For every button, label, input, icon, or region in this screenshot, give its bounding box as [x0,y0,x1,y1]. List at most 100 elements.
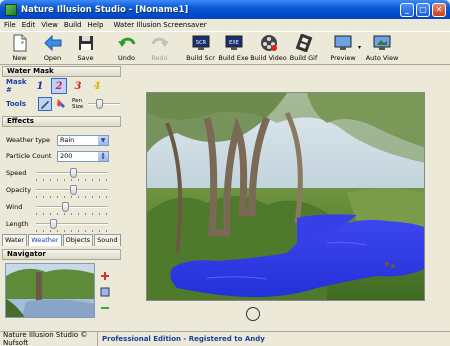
save-button[interactable]: Save [69,34,102,62]
weather-type-label: Weather type [6,136,50,144]
new-file-icon [11,34,29,52]
mask-3-button[interactable]: 3 [70,78,86,94]
canvas-area [123,66,448,328]
mask-4-button[interactable]: 4 [89,78,105,94]
speed-label: Speed [6,168,27,177]
effects-tabs: Water Weather Objects Sound [2,234,121,246]
preview-button[interactable]: Preview [328,34,358,62]
opacity-label: Opacity [6,185,32,194]
fit-view-icon[interactable] [100,287,110,297]
menu-build[interactable]: Build [64,21,82,29]
tools-row: Tools Pen Size [2,95,121,113]
mask-selector-row: Mask # 1 2 3 4 [2,77,121,95]
tab-weather[interactable]: Weather [28,234,62,246]
tab-water[interactable]: Water [2,234,28,246]
left-panel: Water Mask Mask # 1 2 3 4 Tools Pen Size… [2,66,121,328]
auto-view-monitor-icon [373,34,391,52]
wind-label: Wind [6,202,23,211]
weather-type-value: Rain [60,136,75,144]
water-mask-heading: Water Mask [2,66,121,77]
open-arrow-icon [43,34,62,52]
build-scr-button[interactable]: SCR Build Scr [184,34,217,62]
build-gif-button[interactable]: Build Gif [287,34,320,62]
auto-view-label: Auto View [365,54,399,62]
new-label: New [12,54,27,62]
redo-arrow-icon [151,34,169,52]
minimize-button[interactable]: _ [400,2,414,17]
particle-count-value: 200 [60,152,73,160]
slider-row-length: Length [2,215,121,232]
weather-type-row: Weather type Rain ▼ [2,132,121,148]
navigator-panel [2,260,121,321]
build-video-label: Build Video [250,54,287,62]
build-exe-button[interactable]: EXE Build Exe [217,34,250,62]
zoom-out-icon[interactable] [100,303,110,313]
length-slider[interactable] [36,218,108,232]
spin-arrows-icon[interactable]: ▲ ▼ [98,151,108,161]
build-gif-label: Build Gif [289,54,318,62]
navigator-heading: Navigator [2,249,121,260]
maximize-button[interactable]: □ [416,2,430,17]
close-button[interactable]: ✕ [432,2,446,17]
pen-tool-icon[interactable] [38,97,52,111]
app-icon [5,3,17,16]
menu-help[interactable]: Help [87,21,103,29]
svg-text:SCR: SCR [195,40,206,46]
mask-1-button[interactable]: 1 [32,78,48,94]
svg-text:EXE: EXE [229,40,239,46]
particle-count-row: Particle Count 200 ▲ ▼ [2,148,121,164]
weather-type-select[interactable]: Rain ▼ [57,134,109,146]
wind-slider[interactable] [36,201,108,215]
particle-count-input[interactable]: 200 ▲ ▼ [57,150,109,162]
redo-button[interactable]: Redo [143,34,176,62]
preview-monitor-icon [334,34,352,52]
particle-count-label: Particle Count [6,152,52,160]
tools-label: Tools [6,100,27,108]
zoom-in-icon[interactable] [100,271,110,281]
playback-indicator[interactable] [246,307,260,321]
mask-2-button[interactable]: 2 [51,78,67,94]
menu-file[interactable]: File [4,21,16,29]
length-label: Length [6,219,29,228]
status-bar: Nature Illusion Studio © Nufsoft Profess… [0,331,450,346]
menu-edit[interactable]: Edit [22,21,36,29]
length-slider-thumb[interactable] [50,218,57,229]
undo-label: Undo [118,54,135,62]
monitor-scr-icon: SCR [192,34,210,52]
undo-button[interactable]: Undo [110,34,143,62]
eraser-tool-icon[interactable] [55,97,69,111]
auto-view-button[interactable]: Auto View [364,34,400,62]
menu-water-illusion-screensaver[interactable]: Water Illusion Screensaver [113,21,206,29]
open-button[interactable]: Open [36,34,69,62]
pen-size-slider[interactable] [88,99,120,109]
status-copyright: Nature Illusion Studio © Nufsoft [0,331,98,346]
speed-slider-thumb[interactable] [70,167,77,178]
tab-objects[interactable]: Objects [62,234,94,246]
preview-label: Preview [330,54,356,62]
build-video-button[interactable]: Build Video [250,34,287,62]
slider-row-opacity: Opacity [2,181,121,198]
toolbar: New Open Save Undo Redo SCR Build Scr EX… [0,31,450,65]
build-scr-label: Build Scr [186,54,215,62]
title-bar: Nature Illusion Studio - [Noname1] _ □ ✕ [0,0,450,19]
navigator-thumbnail[interactable] [5,263,95,318]
pen-size-label: Pen Size [72,98,84,110]
new-button[interactable]: New [3,34,36,62]
wind-slider-thumb[interactable] [62,201,69,212]
pen-size-thumb[interactable] [96,99,103,109]
build-exe-label: Build Exe [218,54,249,62]
menu-view[interactable]: View [41,21,58,29]
chevron-down-icon[interactable]: ▼ [98,135,108,145]
floppy-disk-icon [77,34,95,52]
tab-sound[interactable]: Sound [94,234,121,246]
scene-image[interactable] [146,92,425,301]
window-title: Nature Illusion Studio - [Noname1] [21,4,189,15]
effects-heading: Effects [2,116,121,127]
film-strip-icon [295,34,313,52]
speed-slider[interactable] [36,167,108,181]
save-label: Save [77,54,94,62]
navigator-zoom-controls [100,271,110,318]
opacity-slider[interactable] [36,184,108,198]
status-registration: Professional Edition - Registered to And… [102,335,265,343]
opacity-slider-thumb[interactable] [70,184,77,195]
